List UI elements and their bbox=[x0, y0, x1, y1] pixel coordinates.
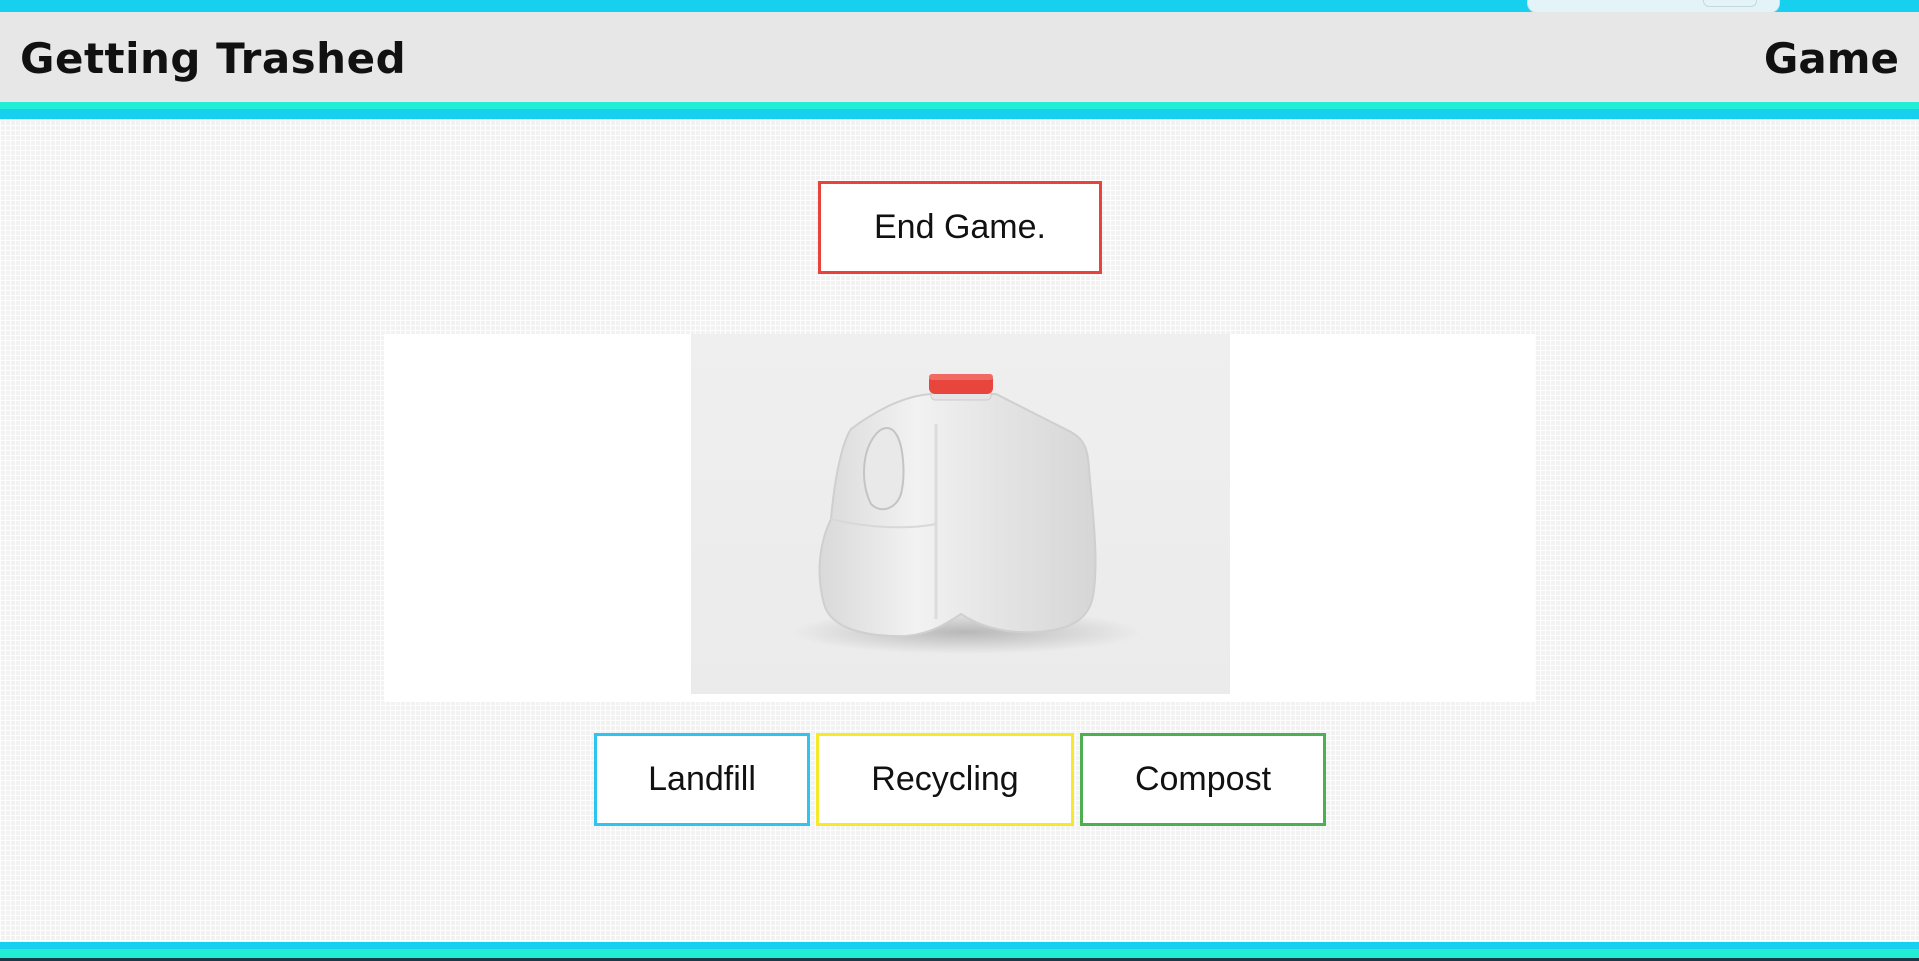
end-game-button[interactable]: End Game. bbox=[818, 181, 1102, 274]
recycling-bin-button[interactable]: Recycling bbox=[816, 733, 1074, 826]
milk-jug-illustration bbox=[791, 374, 1141, 654]
compost-bin-button[interactable]: Compost bbox=[1080, 733, 1326, 826]
header-divider-teal bbox=[0, 102, 1919, 109]
milk-jug-image bbox=[691, 334, 1230, 694]
app-title: Getting Trashed bbox=[20, 34, 407, 83]
header-bar: Getting Trashed Game bbox=[0, 12, 1919, 102]
section-title: Game bbox=[1763, 34, 1899, 83]
header-divider-cyan bbox=[0, 109, 1919, 119]
top-tab-inner bbox=[1703, 0, 1757, 7]
landfill-bin-button[interactable]: Landfill bbox=[594, 733, 810, 826]
footer-divider-teal bbox=[0, 949, 1919, 958]
footer-divider-cyan bbox=[0, 942, 1919, 949]
